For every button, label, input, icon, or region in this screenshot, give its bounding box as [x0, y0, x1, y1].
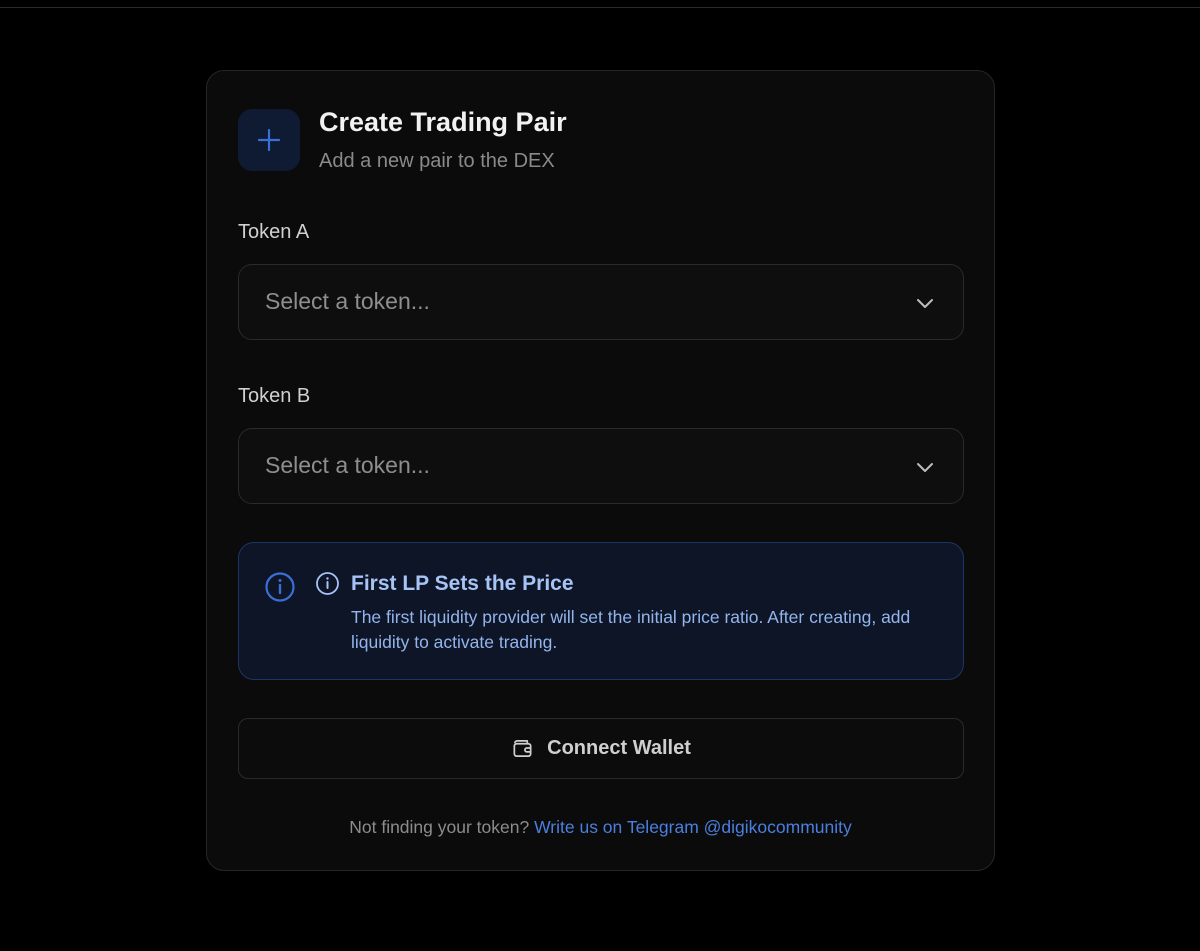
price-notice: First LP Sets the Price The first liquid… — [238, 542, 964, 680]
chevron-down-icon — [917, 463, 933, 472]
page-title: Create Trading Pair — [319, 107, 567, 137]
connect-wallet-button[interactable]: Connect Wallet — [238, 718, 964, 779]
top-divider — [0, 7, 1200, 8]
footer-help: Not finding your token? Write us on Tele… — [207, 817, 994, 838]
plus-icon — [238, 109, 300, 171]
telegram-link[interactable]: Write us on Telegram @digikocommunity — [534, 817, 852, 837]
info-icon — [316, 572, 339, 595]
footer-prompt: Not finding your token? — [349, 817, 530, 837]
token-a-placeholder: Select a token... — [265, 288, 430, 314]
create-pair-card: Create Trading Pair Add a new pair to th… — [206, 70, 995, 871]
token-b-placeholder: Select a token... — [265, 452, 430, 478]
page-subtitle: Add a new pair to the DEX — [319, 150, 555, 172]
connect-wallet-label: Connect Wallet — [547, 737, 691, 759]
notice-title: First LP Sets the Price — [351, 572, 574, 595]
token-b-select[interactable]: Select a token... — [238, 428, 964, 504]
wallet-icon — [513, 739, 532, 758]
chevron-down-icon — [917, 299, 933, 308]
token-a-select[interactable]: Select a token... — [238, 264, 964, 340]
notice-body: The first liquidity provider will set th… — [351, 607, 911, 652]
token-b-label: Token B — [238, 385, 311, 407]
info-icon — [265, 572, 295, 602]
token-a-label: Token A — [238, 221, 310, 243]
